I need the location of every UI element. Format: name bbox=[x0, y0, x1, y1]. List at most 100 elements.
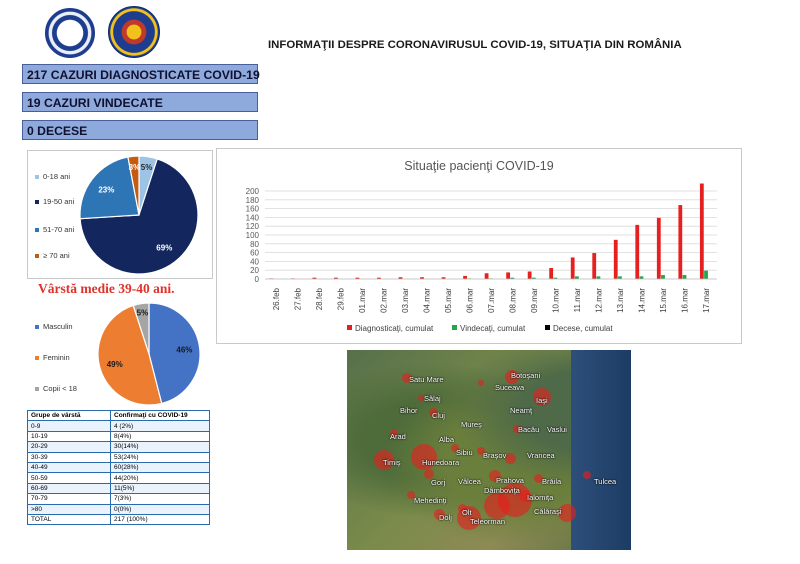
y-tick-label: 40 bbox=[250, 257, 259, 266]
x-tick-label: 06.mar bbox=[465, 288, 474, 313]
average-age-note: Vârstă medie 39-40 ani. bbox=[38, 281, 175, 296]
county-label: Arad bbox=[390, 432, 406, 441]
gender-legend-male: Masculin bbox=[35, 322, 73, 331]
age-group-cell: 30-39 bbox=[27, 451, 111, 463]
bar-diagnosed bbox=[463, 275, 467, 279]
county-label: Mehedinţi bbox=[414, 496, 447, 505]
page-title: INFORMAŢII DESPRE CORONAVIRUSUL COVID-19… bbox=[268, 39, 682, 51]
x-tick-label: 16.mar bbox=[681, 288, 690, 313]
x-tick-label: 28.feb bbox=[315, 287, 324, 310]
county-label: Bihor bbox=[400, 406, 418, 415]
table-row: 70-79 7(3%) bbox=[27, 493, 210, 505]
y-tick-label: 80 bbox=[250, 240, 259, 249]
table-header-confirmed: Confirmaţi cu COVID-19 bbox=[110, 409, 210, 422]
county-label: Botoşani bbox=[511, 371, 541, 380]
x-tick-label: 05.mar bbox=[444, 288, 453, 313]
county-label: Tulcea bbox=[594, 477, 617, 486]
government-logo bbox=[45, 8, 95, 58]
age-group-cell: 70-79 bbox=[27, 493, 111, 505]
table-row: 30-39 53(24%) bbox=[27, 451, 210, 463]
black-sea bbox=[571, 350, 631, 550]
x-tick-label: 07.mar bbox=[487, 288, 496, 313]
bar-diagnosed bbox=[656, 217, 661, 279]
recovered-count-banner: 19 CAZURI VINDECATE bbox=[22, 92, 258, 112]
age-group-cell: 20-29 bbox=[27, 441, 111, 453]
legend-swatch bbox=[347, 325, 352, 330]
county-label: Prahova bbox=[496, 476, 524, 485]
bar-recovered bbox=[704, 270, 708, 279]
county-label: Dolj bbox=[439, 513, 452, 522]
y-tick-label: 160 bbox=[246, 205, 260, 214]
table-header-row: Grupe de vârstă Confirmaţi cu COVID-19 bbox=[27, 409, 210, 422]
confirmed-cell: 4 (2%) bbox=[110, 420, 210, 432]
confirmed-cell: 8(4%) bbox=[110, 430, 210, 443]
bar-diagnosed bbox=[570, 257, 575, 279]
table-row: 60-69 11(5%) bbox=[27, 482, 210, 495]
bar-diagnosed bbox=[592, 253, 597, 279]
x-tick-label: 27.feb bbox=[293, 287, 302, 310]
gender-legend-children: Copii < 18 bbox=[35, 384, 77, 393]
table-row: 20-29 30(14%) bbox=[27, 441, 210, 453]
table-row: >80 0(0%) bbox=[27, 503, 210, 515]
legend-label: Diagnosticaţi, cumulat bbox=[355, 324, 434, 333]
county-label: Olt bbox=[462, 508, 472, 517]
deaths-count-banner: 0 DECESE bbox=[22, 120, 258, 140]
case-cluster-dot bbox=[478, 380, 484, 386]
confirmed-cell: 11(5%) bbox=[110, 482, 210, 495]
bar-diagnosed bbox=[527, 271, 532, 279]
age-group-cell: 40-49 bbox=[27, 461, 111, 474]
ministry-coat-of-arms bbox=[108, 6, 160, 58]
confirmed-cell: 7(3%) bbox=[110, 493, 210, 505]
table-row: 50-59 44(20%) bbox=[27, 472, 210, 484]
bar-diagnosed bbox=[549, 268, 554, 279]
y-tick-label: 20 bbox=[250, 266, 259, 275]
table-row: 40-49 60(28%) bbox=[27, 461, 210, 474]
confirmed-cell: 44(20%) bbox=[110, 472, 210, 484]
age-pie-slice-label-3: 3% bbox=[129, 163, 141, 172]
age-group-cell: TOTAL bbox=[27, 513, 111, 526]
y-tick-label: 0 bbox=[255, 275, 260, 284]
bar-diagnosed bbox=[506, 272, 511, 279]
county-label: Iaşi bbox=[536, 396, 548, 405]
county-label: Braşov bbox=[483, 451, 507, 460]
x-tick-label: 29.feb bbox=[336, 287, 345, 310]
y-tick-label: 60 bbox=[250, 249, 259, 258]
x-tick-label: 09.mar bbox=[530, 288, 539, 313]
x-tick-label: 12.mar bbox=[595, 288, 604, 313]
x-tick-label: 01.mar bbox=[358, 288, 367, 313]
table-header-age-group: Grupe de vârstă bbox=[27, 409, 111, 422]
county-label: Alba bbox=[439, 435, 455, 444]
county-label: Vâlcea bbox=[458, 477, 481, 486]
bar-diagnosed bbox=[484, 273, 489, 279]
x-tick-label: 08.mar bbox=[509, 288, 518, 313]
confirmed-cell: 60(28%) bbox=[110, 461, 210, 474]
confirmed-cell: 30(14%) bbox=[110, 441, 210, 453]
county-label: Teleorman bbox=[470, 517, 506, 526]
age-pie-slice-label-2: 23% bbox=[98, 186, 114, 195]
legend-label: Decese, cumulat bbox=[553, 324, 613, 333]
age-pie-chart: 5% 69% 23% 3% bbox=[79, 155, 199, 275]
case-cluster-dot bbox=[583, 471, 591, 479]
gender-pie-panel: Masculin Feminin Copii < 18 46% 49% 5% bbox=[27, 298, 217, 408]
county-label: Gorj bbox=[431, 478, 446, 487]
legend-swatch bbox=[545, 325, 550, 330]
county-label: Mureş bbox=[461, 420, 482, 429]
age-group-cell: 60-69 bbox=[27, 482, 111, 495]
x-tick-label: 02.mar bbox=[379, 288, 388, 313]
confirmed-cell: 0(0%) bbox=[110, 503, 210, 515]
bar-diagnosed bbox=[699, 183, 704, 279]
confirmed-cell: 53(24%) bbox=[110, 451, 210, 463]
county-label: Satu Mare bbox=[409, 375, 444, 384]
county-label: Bacău bbox=[518, 425, 540, 434]
x-tick-label: 04.mar bbox=[422, 288, 431, 313]
age-group-cell: >80 bbox=[27, 503, 111, 515]
gender-pie-slice-label-1: 49% bbox=[107, 360, 123, 369]
county-label: Hunedoara bbox=[422, 458, 460, 467]
age-legend-51-70: 51-70 ani bbox=[35, 225, 74, 234]
bar-diagnosed bbox=[613, 239, 618, 279]
x-tick-label: 13.mar bbox=[616, 288, 625, 313]
gender-legend-female: Feminin bbox=[35, 353, 70, 362]
county-label: Neamţ bbox=[510, 406, 533, 415]
county-label: Vaslui bbox=[547, 425, 567, 434]
table-row: 10-19 8(4%) bbox=[27, 430, 210, 443]
